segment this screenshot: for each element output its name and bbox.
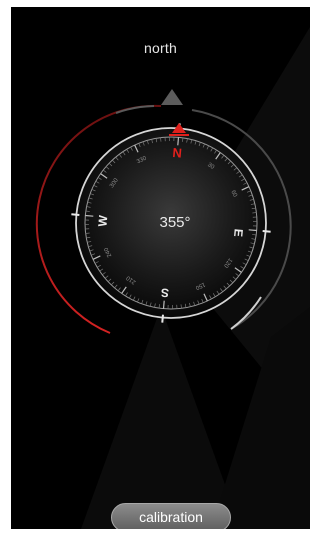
dial-tick: [252, 221, 257, 222]
calibration-button[interactable]: calibration: [111, 503, 231, 529]
cardinal-mark: [262, 230, 271, 233]
dial-tick: [169, 137, 170, 142]
compass-screen: north N E S W 30 60 120 150 210 240 300 …: [11, 7, 310, 529]
cardinal-west: W: [95, 214, 110, 227]
dial-tick: [85, 219, 90, 221]
cardinal-north: N: [172, 145, 183, 161]
cardinal-mark: [71, 213, 80, 216]
heading-readout: 355°: [159, 214, 191, 231]
dial-tick: [177, 137, 180, 146]
compass-dial: N E S W 3060120150210240300330: [35, 89, 292, 334]
dial-tick: [85, 224, 90, 225]
dial-tick: [173, 137, 175, 142]
outer-arc-right-bright: [230, 296, 262, 330]
cardinal-east: E: [231, 228, 246, 237]
dial-tick: [252, 225, 257, 227]
dial-tick: [167, 304, 169, 309]
dial-tick: [172, 304, 173, 309]
cardinal-south: S: [160, 285, 169, 300]
dial-tick: [248, 229, 257, 232]
heading-indicator-icon: [161, 89, 183, 105]
cardinal-mark: [161, 314, 164, 323]
dial-tick: [85, 214, 94, 217]
dial-tick: [162, 300, 165, 309]
